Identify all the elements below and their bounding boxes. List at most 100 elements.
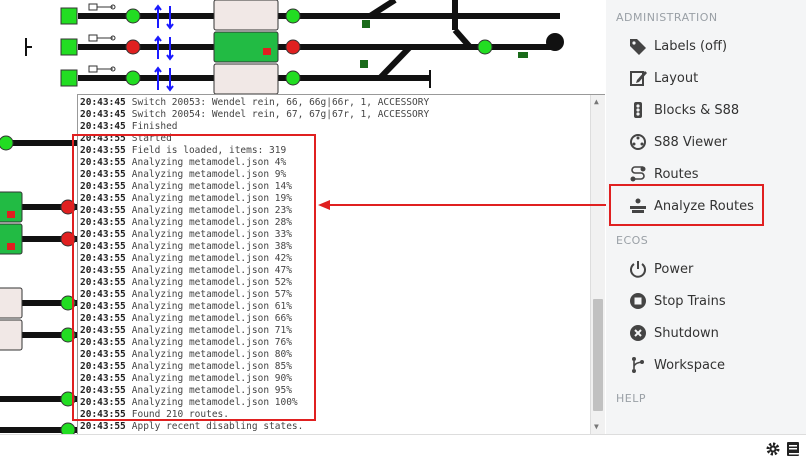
log-message: Analyzing metamodel.json 95% — [131, 385, 292, 396]
log-timestamp: 20:43:55 — [80, 145, 126, 156]
log-line: 20:43:55 Analyzing metamodel.json 95% — [80, 385, 590, 397]
menu-item-labels[interactable]: Labels (off) — [628, 33, 727, 59]
section-header-administration: ADMINISTRATION — [616, 11, 718, 24]
log-timestamp: 20:43:55 — [80, 241, 126, 252]
log-message: Analyzing metamodel.json 71% — [131, 325, 292, 336]
track-end-marker — [546, 33, 564, 51]
log-timestamp: 20:43:55 — [80, 349, 126, 360]
log-message: Analyzing metamodel.json 14% — [131, 181, 292, 192]
tag-icon — [628, 36, 648, 56]
log-message: Field is loaded, items: 319 — [131, 145, 287, 156]
log-timestamp: 20:43:55 — [80, 253, 126, 264]
log-message: Analyzing metamodel.json 9% — [131, 169, 287, 180]
log-timestamp: 20:43:45 — [80, 121, 126, 132]
log-line: 20:43:55 Analyzing metamodel.json 71% — [80, 325, 590, 337]
sensor-squares — [60, 7, 78, 87]
log-line: 20:43:55 Analyzing metamodel.json 76% — [80, 337, 590, 349]
log-message: Analyzing metamodel.json 23% — [131, 205, 292, 216]
log-message: Started — [131, 133, 172, 144]
log-line: 20:43:55 Started — [80, 133, 590, 145]
sensor-icon — [628, 132, 648, 152]
log-timestamp: 20:43:55 — [80, 385, 126, 396]
menu-item-s88-viewer[interactable]: S88 Viewer — [628, 129, 727, 155]
log-line: 20:43:55 Analyzing metamodel.json 19% — [80, 193, 590, 205]
log-line: 20:43:45 Switch 20054: Wendel rein, 67, 6… — [80, 109, 590, 121]
log-line: 20:43:55 Analyzing metamodel.json 47% — [80, 265, 590, 277]
log-timestamp: 20:43:55 — [80, 301, 126, 312]
log-line: 20:43:55 Analyzing metamodel.json 28% — [80, 217, 590, 229]
gear-icon[interactable] — [765, 441, 781, 457]
log-message: Apply recent disabling states. — [131, 421, 304, 432]
log-message: Found 210 routes. — [131, 409, 229, 420]
log-line: 20:43:45 Finished — [80, 121, 590, 133]
log-line: 20:43:55 Analyzing metamodel.json 42% — [80, 253, 590, 265]
shutdown-icon — [628, 323, 648, 343]
log-line: 20:43:55 Analyzing metamodel.json 14% — [80, 181, 590, 193]
menu-item-power[interactable]: Power — [628, 256, 693, 282]
log-message: Analyzing metamodel.json 4% — [131, 157, 287, 168]
log-panel[interactable]: 20:43:45 Switch 20053: Wendel rein, 66, 6… — [77, 94, 605, 435]
log-message: Analyzing metamodel.json 47% — [131, 265, 292, 276]
log-message: Analyzing metamodel.json 57% — [131, 289, 292, 300]
log-message: Analyzing metamodel.json 85% — [131, 361, 292, 372]
menu-item-workspace[interactable]: Workspace — [628, 352, 725, 378]
log-line: 20:43:55 Analyzing metamodel.json 57% — [80, 289, 590, 301]
log-line: 20:43:55 Found 210 routes. — [80, 409, 590, 421]
log-timestamp: 20:43:55 — [80, 325, 126, 336]
log-line: 20:43:55 Apply recent disabling states. — [80, 421, 590, 433]
log-line: 20:43:55 Analyzing metamodel.json 100% — [80, 397, 590, 409]
menu-item-layout[interactable]: Layout — [628, 65, 698, 91]
log-message: Analyzing metamodel.json 42% — [131, 253, 292, 264]
stop-icon — [628, 291, 648, 311]
menu-item-label: Power — [654, 261, 694, 277]
menu-item-stop-trains[interactable]: Stop Trains — [628, 288, 726, 314]
menu-item-label: Routes — [654, 166, 699, 182]
log-timestamp: 20:43:55 — [80, 289, 126, 300]
log-timestamp: 20:43:55 — [80, 205, 126, 216]
status-bar — [0, 434, 806, 463]
log-scrollbar[interactable]: ▲ ▼ — [590, 95, 605, 435]
menu-item-label: Workspace — [654, 357, 726, 373]
analyze-routes-highlight-box — [609, 184, 764, 226]
menu-item-label: S88 Viewer — [654, 134, 728, 150]
log-line: 20:43:55 Analyzing metamodel.json 52% — [80, 277, 590, 289]
log-timestamp: 20:43:55 — [80, 397, 126, 408]
log-timestamp: 20:43:55 — [80, 217, 126, 228]
book-icon[interactable] — [786, 441, 802, 457]
log-scroll-thumb[interactable] — [593, 299, 603, 411]
log-timestamp: 20:43:55 — [80, 277, 126, 288]
log-line: 20:43:55 Analyzing metamodel.json 85% — [80, 361, 590, 373]
log-message: Finished — [131, 121, 178, 132]
scroll-down-icon[interactable]: ▼ — [594, 422, 599, 431]
menu-item-blocks-s88[interactable]: Blocks & S88 — [628, 97, 739, 123]
section-header-ecos: ECOS — [616, 234, 649, 247]
log-timestamp: 20:43:55 — [80, 157, 126, 168]
menu-item-label: Layout — [654, 70, 699, 86]
menu-item-label: Labels (off) — [654, 38, 728, 54]
log-lines: 20:43:45 Switch 20053: Wendel rein, 66, 6… — [80, 97, 590, 433]
menu-item-shutdown[interactable]: Shutdown — [628, 320, 719, 346]
menu-item-label: Blocks & S88 — [654, 102, 740, 118]
scroll-up-icon[interactable]: ▲ — [594, 97, 599, 106]
route-icon — [628, 164, 648, 184]
log-message: Analyzing metamodel.json 80% — [131, 349, 292, 360]
log-message: Analyzing metamodel.json 33% — [131, 229, 292, 240]
log-timestamp: 20:43:55 — [80, 337, 126, 348]
log-timestamp: 20:43:45 — [80, 97, 126, 108]
log-message: Analyzing metamodel.json 38% — [131, 241, 292, 252]
traffic-light-icon — [628, 100, 648, 120]
log-line: 20:43:55 Analyzing metamodel.json 66% — [80, 313, 590, 325]
log-message: Analyzing metamodel.json 19% — [131, 193, 292, 204]
log-line: 20:43:55 Analyzing metamodel.json 61% — [80, 301, 590, 313]
log-line: 20:43:55 Field is loaded, items: 319 — [80, 145, 590, 157]
log-timestamp: 20:43:55 — [80, 373, 126, 384]
log-line: 20:43:55 Analyzing metamodel.json 23% — [80, 205, 590, 217]
log-line: 20:43:55 Analyzing metamodel.json 9% — [80, 169, 590, 181]
log-timestamp: 20:43:55 — [80, 421, 126, 432]
log-timestamp: 20:43:55 — [80, 229, 126, 240]
section-header-help: HELP — [616, 392, 646, 405]
menu-item-label: Shutdown — [654, 325, 719, 341]
log-message: Analyzing metamodel.json 61% — [131, 301, 292, 312]
log-line: 20:43:45 Switch 20053: Wendel rein, 66, 6… — [80, 97, 590, 109]
log-line: 20:43:55 Analyzing metamodel.json 80% — [80, 349, 590, 361]
